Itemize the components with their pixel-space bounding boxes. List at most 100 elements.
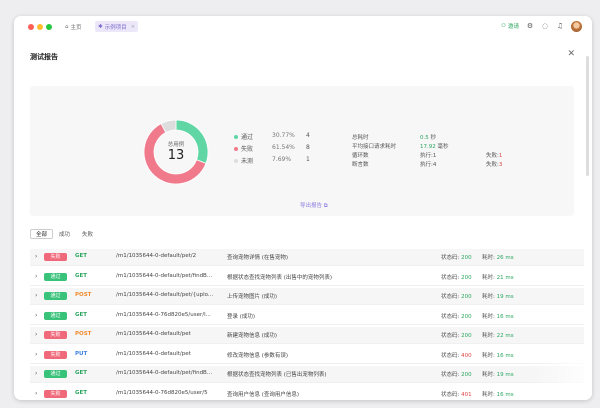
case-description: 新建宠物信息 (成功) bbox=[227, 333, 278, 339]
status-label: 状态码: bbox=[441, 391, 460, 398]
close-panel-button[interactable]: ✕ bbox=[567, 49, 575, 59]
settings-icon[interactable]: ⚙ bbox=[526, 22, 534, 30]
external-link-icon: ⧉ bbox=[323, 203, 328, 209]
legend-item-untested: 未测 7.69% 1 bbox=[234, 156, 334, 166]
http-method: GET bbox=[75, 253, 88, 259]
loop-fail-value: 1 bbox=[498, 153, 503, 159]
case-description: 查询用户信息 (查询用户信息) bbox=[227, 391, 300, 398]
status-value: 200 bbox=[461, 372, 472, 378]
result-badge: 通过 bbox=[44, 272, 67, 281]
export-report-link[interactable]: 导出报告 ⧉ bbox=[300, 201, 328, 210]
chevron-right-icon[interactable]: › bbox=[35, 273, 37, 280]
toolbar-right: ⚇ 邀请 ⚙ ◌ ♫ bbox=[501, 20, 582, 32]
result-badge: 失败 bbox=[44, 350, 67, 359]
chevron-right-icon[interactable]: › bbox=[35, 312, 37, 319]
time-value: 16 ms bbox=[496, 391, 514, 398]
avg-time-value: 17.92 bbox=[420, 144, 436, 150]
table-row[interactable]: › 失败 PUT/m1/1035644-0-default/pet 修改宠物信息 (参… bbox=[30, 347, 584, 364]
table-row[interactable]: › 失败 POST/m1/1035644-0-default/pet 新建宠物信息 (… bbox=[30, 327, 584, 344]
time-value: 19 ms bbox=[496, 294, 514, 300]
request-path: /m1/1035644-0-default/pet/{uplo... bbox=[116, 292, 214, 298]
legend-dot-untested bbox=[234, 159, 238, 163]
status-value: 200 bbox=[461, 333, 472, 339]
avg-time-unit: 毫秒 bbox=[437, 144, 449, 150]
time-value: 26 ms bbox=[496, 255, 514, 261]
duration: 耗时: 16 ms bbox=[482, 351, 514, 359]
legend-dot-fail bbox=[234, 147, 238, 151]
total-cases-value: 13 bbox=[167, 148, 185, 163]
request-path: /m1/1035644-0-default/pet/findB... bbox=[116, 370, 213, 376]
time-label: 耗时: bbox=[482, 333, 495, 339]
time-value: 16 ms bbox=[496, 352, 514, 359]
http-method: POST bbox=[75, 331, 92, 337]
chevron-right-icon[interactable]: › bbox=[35, 331, 37, 338]
chevron-right-icon[interactable]: › bbox=[35, 390, 37, 397]
result-badge: 通过 bbox=[44, 311, 67, 320]
bell-icon[interactable]: ♫ bbox=[556, 22, 564, 30]
legend-percent: 61.54% bbox=[272, 144, 295, 151]
total-time-label: 总耗时 bbox=[352, 135, 369, 141]
result-badge: 通过 bbox=[44, 292, 67, 300]
loop-fail-label: 失败: bbox=[486, 153, 499, 159]
request-path: /m1/1035644-0-default/pet bbox=[116, 331, 191, 337]
invite-label: 邀请 bbox=[507, 24, 519, 30]
duration: 耗时: 22 ms bbox=[482, 331, 514, 339]
legend-name: 通过 bbox=[241, 134, 254, 141]
help-icon[interactable]: ◌ bbox=[541, 22, 549, 30]
duration: 耗时: 19 ms bbox=[482, 292, 514, 300]
tab-project[interactable]: ✱ 示例项目 × bbox=[95, 21, 139, 32]
case-description: 登录 (成功) bbox=[227, 313, 256, 320]
chevron-right-icon[interactable]: › bbox=[35, 351, 37, 358]
http-method: POST bbox=[75, 292, 92, 298]
avg-time-label: 平均接口请求耗时 bbox=[352, 144, 397, 150]
avatar[interactable] bbox=[571, 20, 582, 32]
app-window: ⌂ 主页 ✱ 示例项目 × ⚇ 邀请 ⚙ ◌ ♫ 测试报告 ✕ 总用例 13 通 bbox=[14, 16, 592, 400]
table-row[interactable]: › 通过 GET/m1/1035644-0-default/pet/findB...… bbox=[30, 366, 584, 383]
scrollbar[interactable] bbox=[586, 56, 589, 176]
table-row[interactable]: › 通过 POST/m1/1035644-0-default/pet/{uplo..… bbox=[30, 288, 584, 305]
title-bar: ⌂ 主页 ✱ 示例项目 × ⚇ 邀请 ⚙ ◌ ♫ bbox=[14, 16, 592, 36]
legend-name: 未测 bbox=[241, 158, 254, 165]
add-user-icon: ⚇ bbox=[501, 23, 506, 29]
status-value: 400 bbox=[461, 352, 472, 359]
tab-home[interactable]: ⌂ 主页 bbox=[62, 21, 85, 32]
status-label: 状态码: bbox=[441, 294, 460, 300]
assert-label: 断言数 bbox=[352, 162, 369, 168]
request-path: /m1/1035644-0-default/pet/2 bbox=[116, 253, 197, 259]
case-description: 查询宠物详情 (在售宠物) bbox=[227, 255, 289, 261]
result-badge: 失败 bbox=[44, 389, 67, 398]
status-code: 状态码: 401 bbox=[441, 390, 472, 398]
table-row[interactable]: › 失败 GET/m1/1035644-0-76d820e5/user/5 查询用户信… bbox=[30, 386, 584, 401]
chevron-right-icon[interactable]: › bbox=[35, 253, 37, 260]
maximize-window-button[interactable] bbox=[46, 24, 52, 30]
http-method: GET bbox=[75, 272, 88, 279]
legend-percent: 30.77% bbox=[272, 132, 295, 139]
duration: 耗时: 19 ms bbox=[482, 370, 514, 378]
total-time-unit: 秒 bbox=[430, 135, 437, 141]
filter-success[interactable]: 成功 bbox=[53, 229, 76, 239]
assert-fail: 失败:3 bbox=[486, 160, 502, 168]
filter-fail[interactable]: 失败 bbox=[76, 229, 99, 239]
legend-percent: 7.69% bbox=[272, 156, 292, 163]
project-icon: ✱ bbox=[98, 23, 103, 30]
status-value: 200 bbox=[461, 255, 472, 261]
filter-all[interactable]: 全部 bbox=[30, 229, 54, 239]
close-window-button[interactable] bbox=[28, 24, 34, 30]
legend-count: 4 bbox=[306, 132, 310, 139]
status-value: 200 bbox=[461, 274, 472, 281]
chevron-right-icon[interactable]: › bbox=[35, 292, 37, 299]
table-row[interactable]: › 通过 GET/m1/1035644-0-default/pet/findB...… bbox=[30, 269, 584, 286]
chevron-right-icon[interactable]: › bbox=[35, 370, 37, 377]
time-label: 耗时: bbox=[482, 313, 495, 320]
total-time: 0.5 秒 bbox=[420, 133, 436, 141]
loop-label: 循环数 bbox=[352, 153, 369, 159]
invite-button[interactable]: ⚇ 邀请 bbox=[501, 22, 519, 30]
close-tab-icon[interactable]: × bbox=[131, 24, 136, 30]
table-row[interactable]: › 失败 GET/m1/1035644-0-default/pet/2 查询宠物详情 … bbox=[30, 249, 584, 266]
minimize-window-button[interactable] bbox=[37, 24, 43, 30]
status-value: 401 bbox=[461, 391, 472, 398]
case-description: 根据状态查找宠物列表 (已售出宠物列表) bbox=[227, 372, 327, 378]
table-row[interactable]: › 通过 GET/m1/1035644-0-76d820e5/user/l... 登录… bbox=[30, 308, 584, 325]
case-description: 根据状态查找宠物列表 (出售中的宠物列表) bbox=[227, 274, 333, 281]
time-label: 耗时: bbox=[482, 294, 495, 300]
